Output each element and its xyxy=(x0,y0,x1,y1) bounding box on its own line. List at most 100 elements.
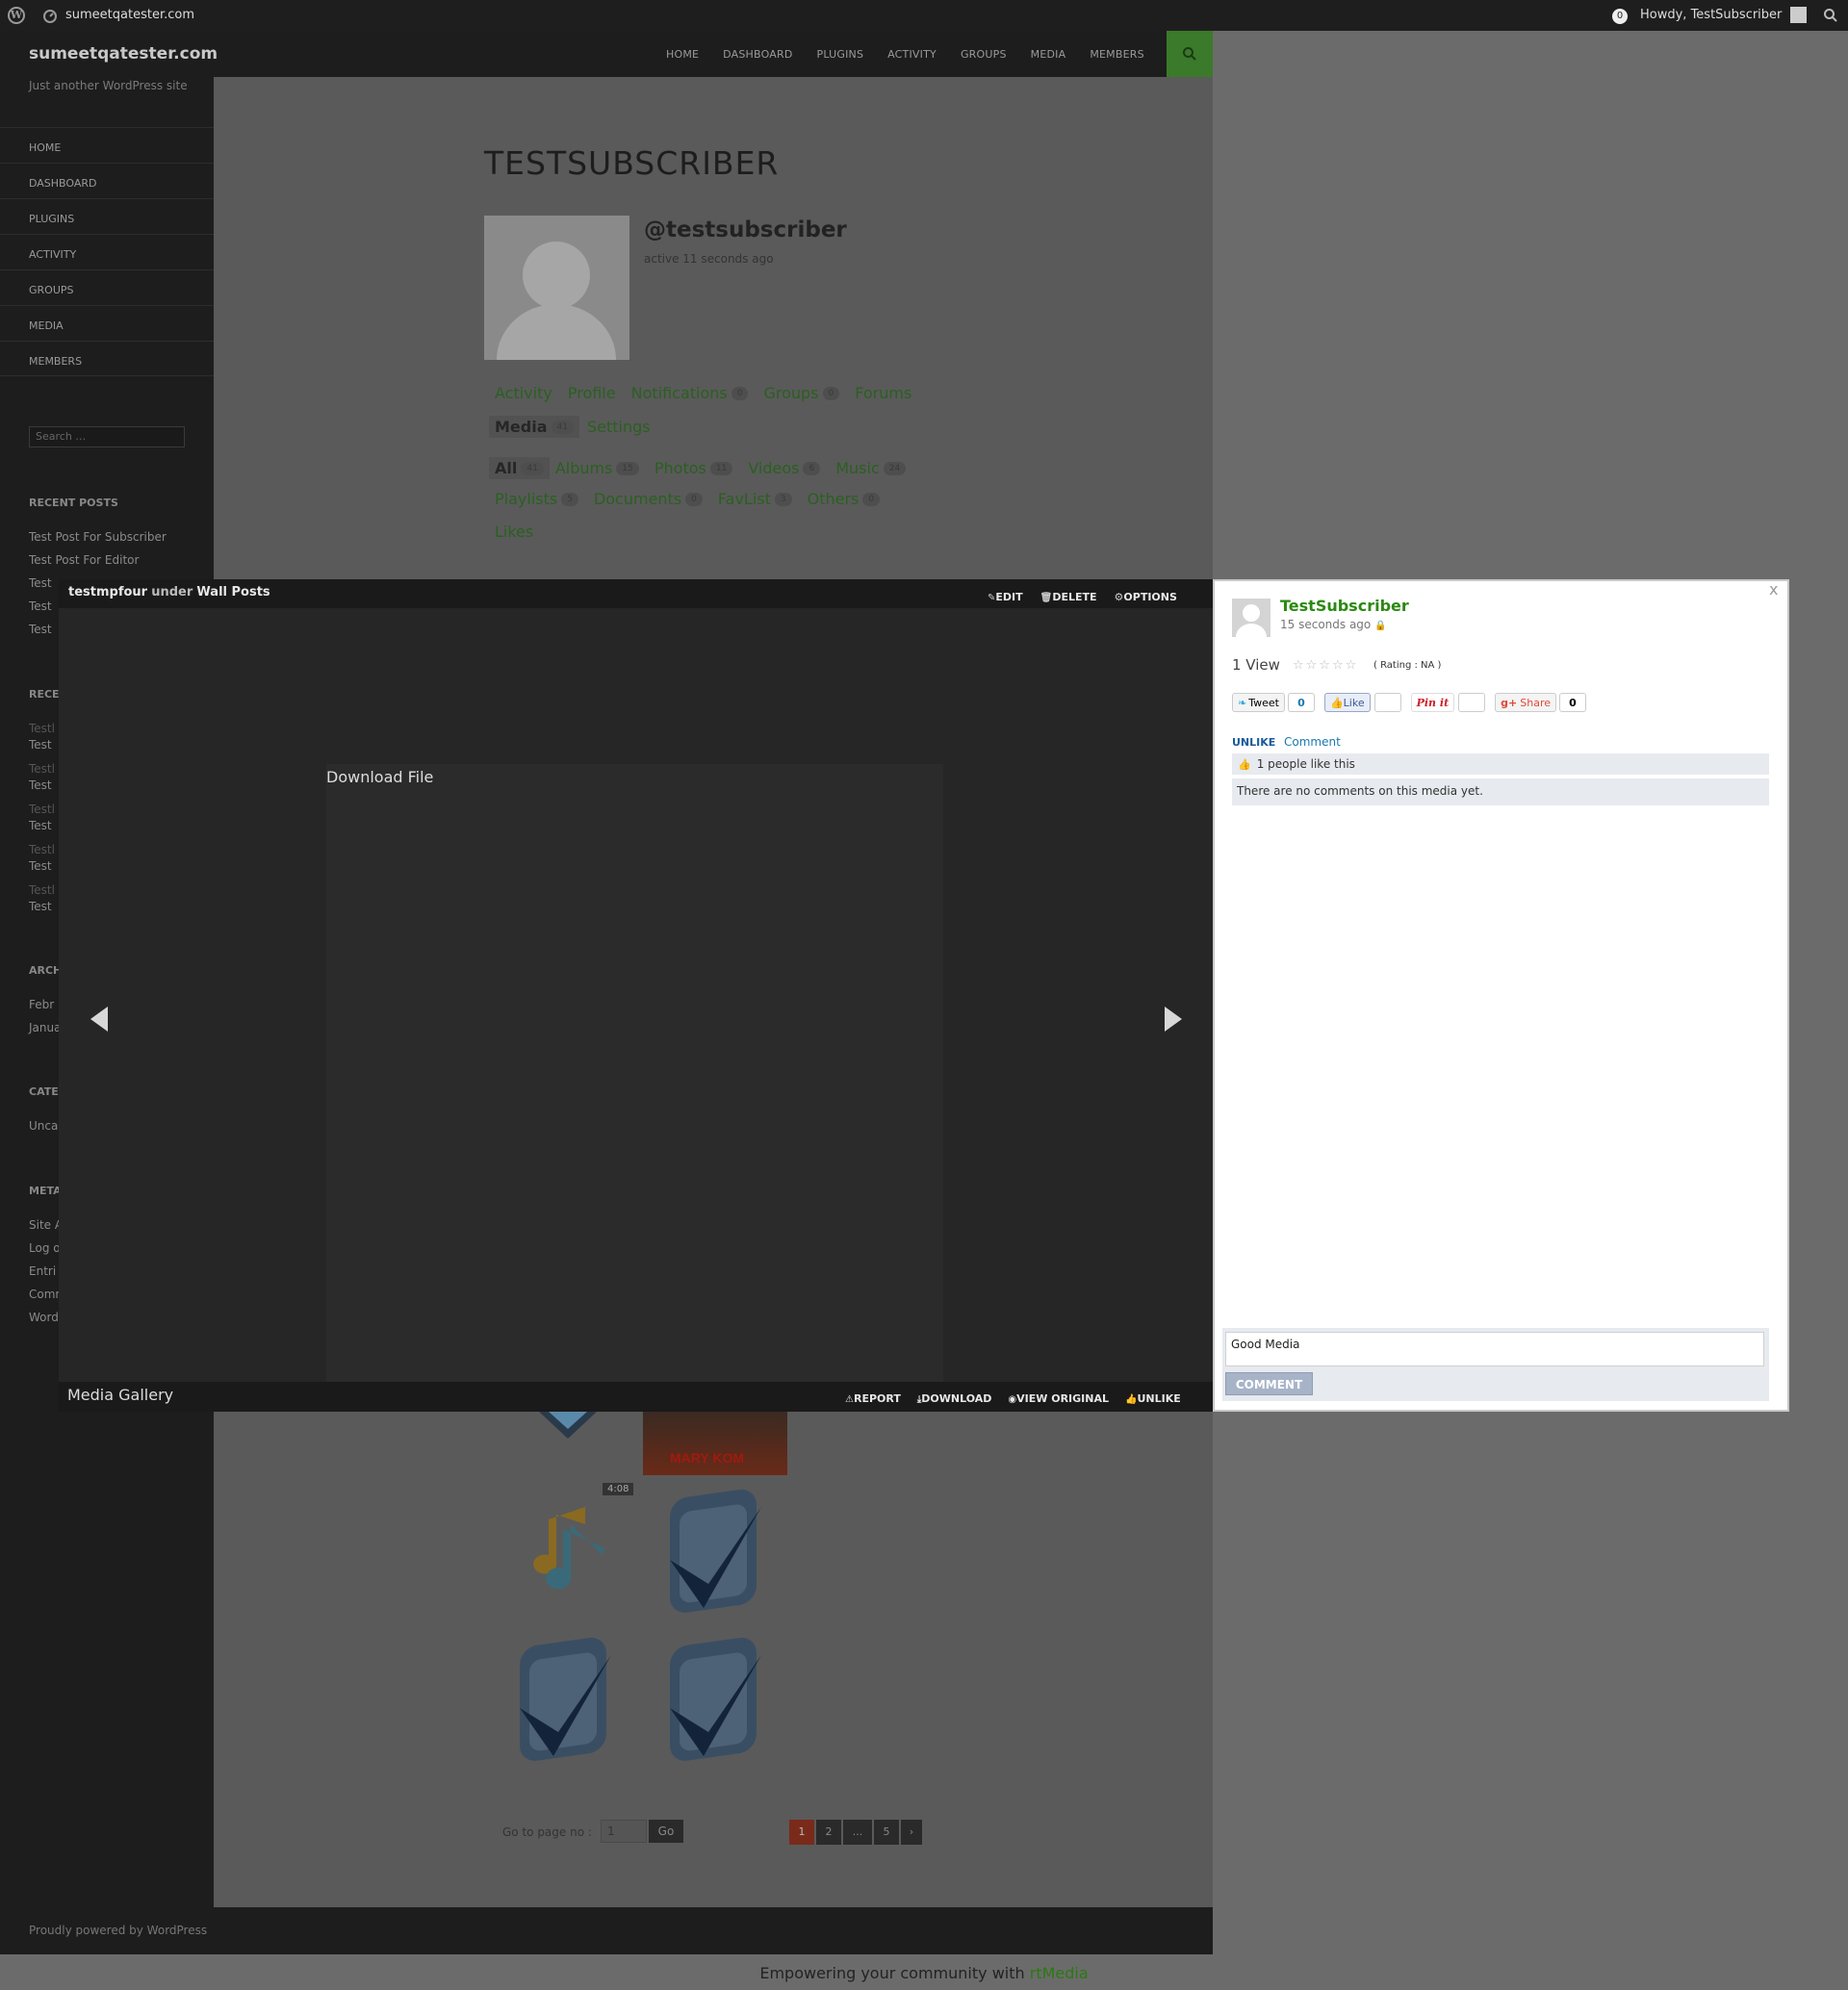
category-link[interactable]: Unca xyxy=(29,1119,58,1133)
nav-groups[interactable]: GROUPS xyxy=(961,48,1007,61)
download-button[interactable]: ⤓DOWNLOAD xyxy=(917,1392,992,1405)
delete-button[interactable]: 🗑DELETE xyxy=(1040,591,1097,603)
subtab-playlists[interactable]: Playlists xyxy=(495,490,557,508)
powered-by-link[interactable]: Proudly powered by WordPress xyxy=(29,1924,207,1937)
site-title[interactable]: sumeetqatester.com xyxy=(29,44,218,64)
recent-post-link[interactable]: Test Post For Subscriber xyxy=(29,530,167,544)
comment-post-link[interactable]: Test xyxy=(29,859,52,873)
nav-dashboard[interactable]: DASHBOARD xyxy=(723,48,792,61)
sidebar-item-members[interactable]: MEMBERS xyxy=(0,341,214,376)
recent-post-link[interactable]: Test xyxy=(29,600,52,613)
search-icon[interactable] xyxy=(1823,8,1838,23)
music-thumbnail-icon[interactable] xyxy=(527,1495,624,1592)
tab-groups[interactable]: Groups xyxy=(763,384,818,402)
comment-post-link[interactable]: Test xyxy=(29,900,52,913)
comment-textarea[interactable]: Good Media xyxy=(1225,1332,1764,1366)
comment-author[interactable]: Testl xyxy=(29,883,55,897)
sidebar-item-plugins[interactable]: PLUGINS xyxy=(0,198,214,234)
comment-post-link[interactable]: Test xyxy=(29,738,52,752)
comment-author[interactable]: Testl xyxy=(29,843,55,856)
options-button[interactable]: ⚙OPTIONS xyxy=(1115,591,1177,603)
close-button[interactable]: x xyxy=(1769,580,1778,599)
nav-plugins[interactable]: PLUGINS xyxy=(816,48,863,61)
sidebar-item-home[interactable]: HOME xyxy=(0,127,214,163)
comment-post-link[interactable]: Test xyxy=(29,819,52,832)
howdy-user-menu[interactable]: Howdy, TestSubscriber xyxy=(1640,8,1782,22)
meta-link[interactable]: Entri xyxy=(29,1264,56,1278)
profile-avatar[interactable] xyxy=(484,216,629,360)
rtmedia-link[interactable]: rtMedia xyxy=(1030,1964,1089,1982)
meta-link[interactable]: Site A xyxy=(29,1218,63,1232)
nav-members[interactable]: MEMBERS xyxy=(1090,48,1143,61)
google-share-button[interactable]: g+ Share xyxy=(1495,693,1556,712)
nav-home[interactable]: HOME xyxy=(666,48,699,61)
recent-post-link[interactable]: Test xyxy=(29,623,52,636)
comment-link[interactable]: Comment xyxy=(1284,735,1341,749)
subtab-documents[interactable]: Documents xyxy=(594,490,681,508)
edit-button[interactable]: ✎EDIT xyxy=(988,591,1023,603)
adminbar-site-name[interactable]: sumeetqatester.com xyxy=(65,8,194,22)
media-title-link[interactable]: testmpfour xyxy=(68,585,147,600)
subtab-favlist[interactable]: FavList xyxy=(718,490,771,508)
tab-profile[interactable]: Profile xyxy=(568,384,616,402)
subtab-likes[interactable]: Likes xyxy=(495,523,533,541)
view-original-button[interactable]: ◉VIEW ORIGINAL xyxy=(1008,1392,1109,1405)
uploader-name-link[interactable]: TestSubscriber xyxy=(1280,597,1409,615)
comment-post-link[interactable]: Test xyxy=(29,778,52,792)
album-link[interactable]: Wall Posts xyxy=(196,585,270,600)
go-button[interactable]: Go xyxy=(649,1820,683,1843)
subtab-others[interactable]: Others xyxy=(808,490,860,508)
tab-settings[interactable]: Settings xyxy=(587,418,651,436)
notification-count-badge[interactable]: 0 xyxy=(1612,9,1628,24)
document-thumbnail-icon[interactable] xyxy=(500,1636,626,1775)
sidebar-item-dashboard[interactable]: DASHBOARD xyxy=(0,163,214,198)
sidebar-search-input[interactable]: Search … xyxy=(29,426,185,447)
header-search-button[interactable] xyxy=(1167,31,1213,77)
subtab-albums[interactable]: Albums xyxy=(555,459,613,477)
page-link-current[interactable]: 1 xyxy=(789,1820,814,1845)
tab-forums[interactable]: Forums xyxy=(855,384,911,402)
page-link[interactable]: 5 xyxy=(874,1820,899,1845)
report-button[interactable]: ⚠REPORT xyxy=(845,1392,901,1405)
next-arrow-icon[interactable] xyxy=(1165,1007,1182,1032)
tab-media[interactable]: Media 41 xyxy=(489,416,579,438)
subtab-photos[interactable]: Photos xyxy=(654,459,706,477)
media-thumbnail-poster[interactable]: MARY KOM xyxy=(643,1412,787,1475)
subtab-music[interactable]: Music xyxy=(835,459,880,477)
comment-author[interactable]: Testl xyxy=(29,762,55,776)
sidebar-item-activity[interactable]: ACTIVITY xyxy=(0,234,214,269)
document-thumbnail-icon[interactable] xyxy=(651,1636,776,1775)
unlike-button[interactable]: 👍UNLIKE xyxy=(1125,1392,1181,1405)
next-page-link[interactable]: › xyxy=(901,1820,922,1845)
tab-activity[interactable]: Activity xyxy=(495,384,552,402)
page-link[interactable]: 2 xyxy=(816,1820,841,1845)
dashboard-gauge-icon[interactable] xyxy=(42,8,58,23)
meta-link[interactable]: Log o xyxy=(29,1241,61,1255)
goto-page-input[interactable]: 1 xyxy=(601,1820,647,1843)
unlike-link[interactable]: UNLIKE xyxy=(1232,736,1275,749)
recent-post-link[interactable]: Test Post For Editor xyxy=(29,553,139,567)
sidebar-item-media[interactable]: MEDIA xyxy=(0,305,214,341)
pinterest-button[interactable]: Pin it xyxy=(1410,693,1455,712)
comment-submit-button[interactable]: COMMENT xyxy=(1225,1372,1313,1395)
previous-arrow-icon[interactable] xyxy=(90,1007,108,1032)
nav-media[interactable]: MEDIA xyxy=(1031,48,1066,61)
video-thumbnail-icon[interactable] xyxy=(520,1412,616,1441)
sidebar-item-groups[interactable]: GROUPS xyxy=(0,269,214,305)
subtab-all[interactable]: All 41 xyxy=(489,457,550,479)
tab-notifications[interactable]: Notifications xyxy=(631,384,728,402)
user-avatar[interactable] xyxy=(1790,7,1807,23)
archive-link[interactable]: Janua xyxy=(29,1021,61,1034)
wordpress-logo-icon[interactable]: W xyxy=(8,7,25,24)
video-player[interactable] xyxy=(326,764,943,1412)
subtab-videos[interactable]: Videos xyxy=(748,459,799,477)
archive-link[interactable]: Febr xyxy=(29,998,54,1011)
comment-author[interactable]: Testl xyxy=(29,722,55,735)
recent-post-link[interactable]: Test xyxy=(29,576,52,590)
tweet-button[interactable]: ❧ Tweet xyxy=(1232,693,1285,712)
document-thumbnail-icon[interactable] xyxy=(651,1488,776,1627)
facebook-like-button[interactable]: 👍 Like xyxy=(1323,693,1371,712)
nav-activity[interactable]: ACTIVITY xyxy=(887,48,937,61)
uploader-avatar[interactable] xyxy=(1232,599,1270,637)
download-file-link[interactable]: Download File xyxy=(326,768,433,786)
